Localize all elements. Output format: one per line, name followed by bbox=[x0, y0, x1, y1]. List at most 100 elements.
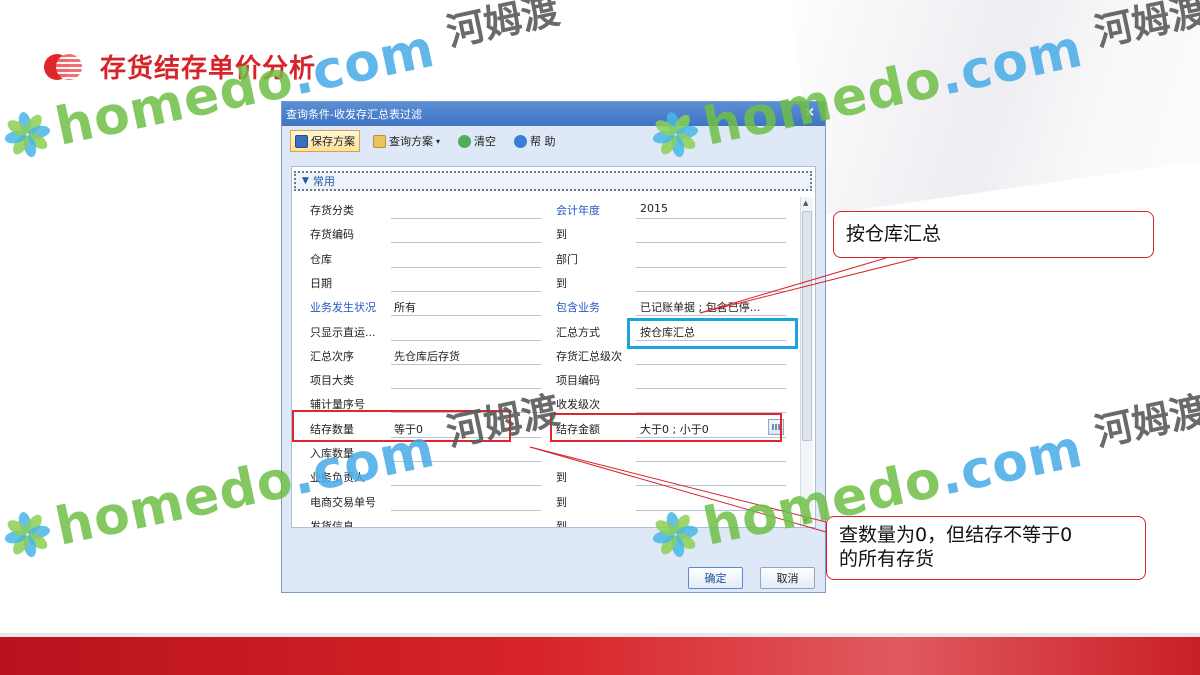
highlight-summary-method bbox=[627, 318, 798, 349]
ok-button[interactable]: 确定 bbox=[688, 567, 743, 589]
slide-title-group: 存货结存单价分析 bbox=[44, 48, 316, 85]
input-underline bbox=[391, 266, 541, 268]
chevron-down-icon: ▼ bbox=[302, 176, 309, 186]
dialog-footer: 确定 取消 bbox=[282, 562, 825, 592]
scroll-down-icon[interactable]: ▼ bbox=[803, 517, 808, 525]
flower-petal bbox=[27, 523, 52, 541]
query-scheme-label: 查询方案 bbox=[389, 135, 433, 148]
field-label: 日期 bbox=[310, 276, 332, 290]
watermark-cn: 河姆渡 bbox=[442, 0, 564, 55]
footer-band bbox=[0, 633, 1200, 675]
flower-logo-icon bbox=[0, 105, 56, 164]
filter-row: 电商交易单号 到 bbox=[292, 489, 800, 513]
eraser-icon bbox=[458, 134, 472, 148]
slide-title: 存货结存单价分析 bbox=[100, 54, 317, 84]
callout-warehouse-text: 按仓库汇总 bbox=[846, 223, 942, 245]
field-label: 存货分类 bbox=[310, 204, 354, 217]
flower-petal bbox=[3, 128, 28, 146]
help-icon bbox=[514, 134, 528, 148]
flower-petal bbox=[25, 130, 50, 153]
vertical-scrollbar[interactable]: ▲ ▼ bbox=[800, 197, 813, 527]
input-underline bbox=[636, 218, 786, 219]
field-value[interactable]: 先仓库后存货 bbox=[394, 348, 460, 364]
bullet-icon bbox=[44, 52, 86, 82]
field-label: 电商交易单号 bbox=[310, 495, 376, 509]
flower-petal bbox=[16, 510, 34, 535]
dialog-title-bar: 查询条件-收发存汇总表过滤 × bbox=[282, 102, 825, 126]
cancel-button[interactable]: 取消 bbox=[760, 567, 815, 589]
watermark-cn: 河姆渡 bbox=[1090, 387, 1200, 455]
flower-petal bbox=[21, 134, 39, 159]
filter-row: 存货分类 会计年度 2015 bbox=[292, 197, 800, 221]
dialog-toolbar: 保存方案 查询方案 ▾ 清空 帮 助 bbox=[282, 126, 825, 156]
flower-petal bbox=[21, 534, 39, 559]
filter-row: 业务负责人 到 bbox=[292, 464, 800, 488]
input-underline bbox=[636, 461, 786, 462]
group-header-common[interactable]: ▼ 常用 bbox=[294, 171, 812, 191]
watermark-latin: homedo bbox=[50, 448, 299, 558]
highlight-balance-quantity bbox=[292, 410, 511, 442]
field-label: 仓库 bbox=[310, 252, 332, 266]
field-value[interactable]: 已记账单据 ; 包含已停... bbox=[640, 299, 760, 315]
input-underline bbox=[391, 509, 541, 511]
field-label: 发货信息 bbox=[310, 519, 354, 528]
flower-petal bbox=[22, 512, 45, 538]
scroll-thumb[interactable] bbox=[802, 211, 812, 441]
flower-petal bbox=[3, 528, 28, 546]
field-label: 入库数量 bbox=[310, 447, 354, 460]
input-underline bbox=[636, 242, 786, 244]
watermark-com: .com bbox=[934, 418, 1089, 508]
highlight-balance-amount bbox=[550, 413, 782, 442]
field-label: 包含业务 bbox=[556, 301, 600, 315]
flower-petal bbox=[25, 530, 50, 553]
folder-icon bbox=[373, 134, 386, 148]
input-underline bbox=[391, 218, 541, 219]
field-label: 会计年度 bbox=[556, 204, 600, 217]
field-label: 收发级次 bbox=[556, 398, 600, 412]
field-label: 项目编码 bbox=[556, 374, 600, 388]
flower-petal bbox=[22, 112, 45, 138]
field-label: 汇总方式 bbox=[556, 325, 600, 339]
filter-row: 存货编码 到 bbox=[292, 221, 800, 245]
callout-balance-condition: 查数量为0，但结存不等于0 的所有存货 bbox=[826, 516, 1146, 580]
field-value[interactable]: 所有 bbox=[394, 299, 416, 315]
filter-row: 仓库 部门 bbox=[292, 246, 800, 270]
input-underline bbox=[391, 461, 541, 462]
filter-row: 发货信息 到 bbox=[292, 513, 800, 528]
clear-button[interactable]: 清空 bbox=[453, 130, 501, 152]
input-underline bbox=[636, 509, 786, 511]
query-scheme-button[interactable]: 查询方案 ▾ bbox=[368, 130, 445, 152]
field-label: 业务负责人 bbox=[310, 471, 365, 485]
scroll-up-icon[interactable]: ▲ bbox=[803, 199, 808, 207]
input-underline bbox=[391, 315, 541, 317]
flower-petal bbox=[27, 123, 52, 141]
input-underline bbox=[636, 363, 786, 365]
callout-balance-line2: 的所有存货 bbox=[839, 548, 935, 570]
field-label: 到 bbox=[556, 228, 567, 242]
flower-logo-icon bbox=[0, 505, 56, 564]
input-underline bbox=[636, 485, 786, 487]
filter-row: 入库数量 bbox=[292, 440, 800, 464]
field-label: 汇总次序 bbox=[310, 349, 354, 363]
chevron-down-icon: ▾ bbox=[436, 136, 441, 146]
field-label: 项目大类 bbox=[310, 374, 354, 388]
clear-label: 清空 bbox=[474, 135, 497, 148]
callout-balance-line1: 查数量为0，但结存不等于0 bbox=[839, 524, 1073, 546]
field-value[interactable]: 2015 bbox=[640, 202, 668, 215]
input-underline bbox=[636, 315, 786, 317]
field-label: 存货编码 bbox=[310, 228, 354, 242]
input-underline bbox=[636, 290, 786, 292]
field-label: 到 bbox=[556, 471, 567, 485]
input-underline bbox=[636, 388, 786, 390]
flower-petal bbox=[4, 517, 30, 540]
close-icon[interactable]: × bbox=[804, 105, 815, 120]
flower-petal bbox=[9, 532, 32, 558]
filter-row: 项目大类 项目编码 bbox=[292, 367, 800, 391]
save-scheme-label: 保存方案 bbox=[311, 135, 355, 148]
input-underline bbox=[391, 290, 541, 292]
save-scheme-button[interactable]: 保存方案 bbox=[290, 130, 360, 152]
flower-petal bbox=[16, 110, 34, 135]
field-label: 业务发生状况 bbox=[310, 301, 376, 315]
help-button[interactable]: 帮 助 bbox=[509, 130, 561, 152]
field-label: 存货汇总级次 bbox=[556, 349, 622, 363]
